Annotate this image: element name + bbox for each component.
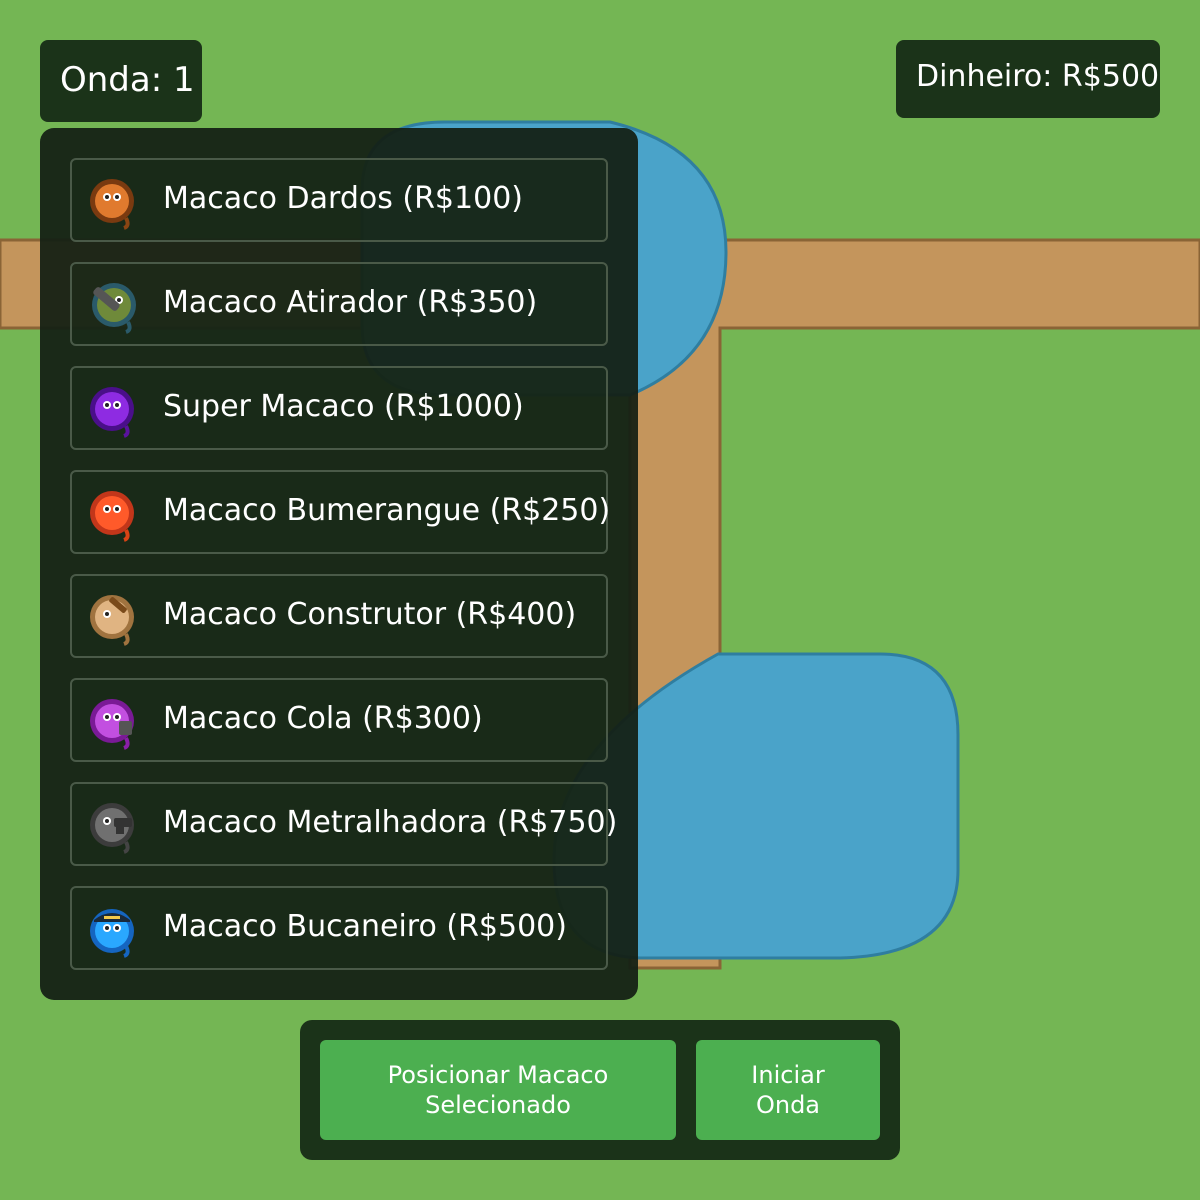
buccaneer-monkey-icon [90, 909, 134, 958]
sniper-monkey-icon [92, 283, 136, 334]
wave-label: Onda: 1 [60, 60, 195, 100]
action-bar: Posicionar Macaco Selecionado Iniciar On… [300, 1020, 900, 1160]
tower-shop-panel: Macaco Dardos (R$100) Macaco Atirador (R… [40, 128, 638, 1000]
shop-item-label: Macaco Dardos (R$100) [163, 181, 523, 216]
shop-item-macaco-bumerangue[interactable]: Macaco Bumerangue (R$250) [70, 470, 611, 554]
shop-item-super-macaco[interactable]: Super Macaco (R$1000) [70, 366, 608, 450]
shop-item-macaco-metralhadora[interactable]: Macaco Metralhadora (R$750) [70, 782, 617, 866]
engineer-monkey-icon [90, 595, 134, 646]
glue-monkey-icon [90, 699, 134, 750]
boomerang-monkey-icon [90, 491, 134, 542]
shop-item-macaco-bucaneiro[interactable]: Macaco Bucaneiro (R$500) [70, 886, 608, 970]
place-monkey-label: Posicionar Macaco Selecionado [387, 1061, 609, 1119]
shop-item-label: Macaco Construtor (R$400) [163, 597, 577, 632]
money-label: Dinheiro: R$500 [916, 59, 1160, 94]
start-wave-button[interactable]: Iniciar Onda [696, 1040, 880, 1140]
shop-item-label: Macaco Bucaneiro (R$500) [163, 909, 567, 944]
shop-item-macaco-construtor[interactable]: Macaco Construtor (R$400) [70, 574, 608, 658]
shop-item-label: Super Macaco (R$1000) [163, 389, 524, 424]
shop-item-label: Macaco Atirador (R$350) [163, 285, 538, 320]
wave-counter: Onda: 1 [40, 40, 202, 122]
shop-item-macaco-atirador[interactable]: Macaco Atirador (R$350) [70, 262, 608, 346]
shop-item-label: Macaco Metralhadora (R$750) [163, 805, 618, 840]
shop-item-label: Macaco Cola (R$300) [163, 701, 483, 736]
money-counter: Dinheiro: R$500 [896, 40, 1160, 118]
shop-item-label: Macaco Bumerangue (R$250) [163, 493, 611, 528]
super-monkey-icon [90, 387, 134, 438]
shop-item-macaco-cola[interactable]: Macaco Cola (R$300) [70, 678, 608, 762]
shop-item-macaco-dardos[interactable]: Macaco Dardos (R$100) [70, 158, 608, 242]
dart-monkey-icon [90, 179, 134, 230]
start-wave-label: Iniciar Onda [751, 1061, 825, 1119]
machine-gun-monkey-icon [90, 803, 134, 854]
place-monkey-button[interactable]: Posicionar Macaco Selecionado [320, 1040, 676, 1140]
